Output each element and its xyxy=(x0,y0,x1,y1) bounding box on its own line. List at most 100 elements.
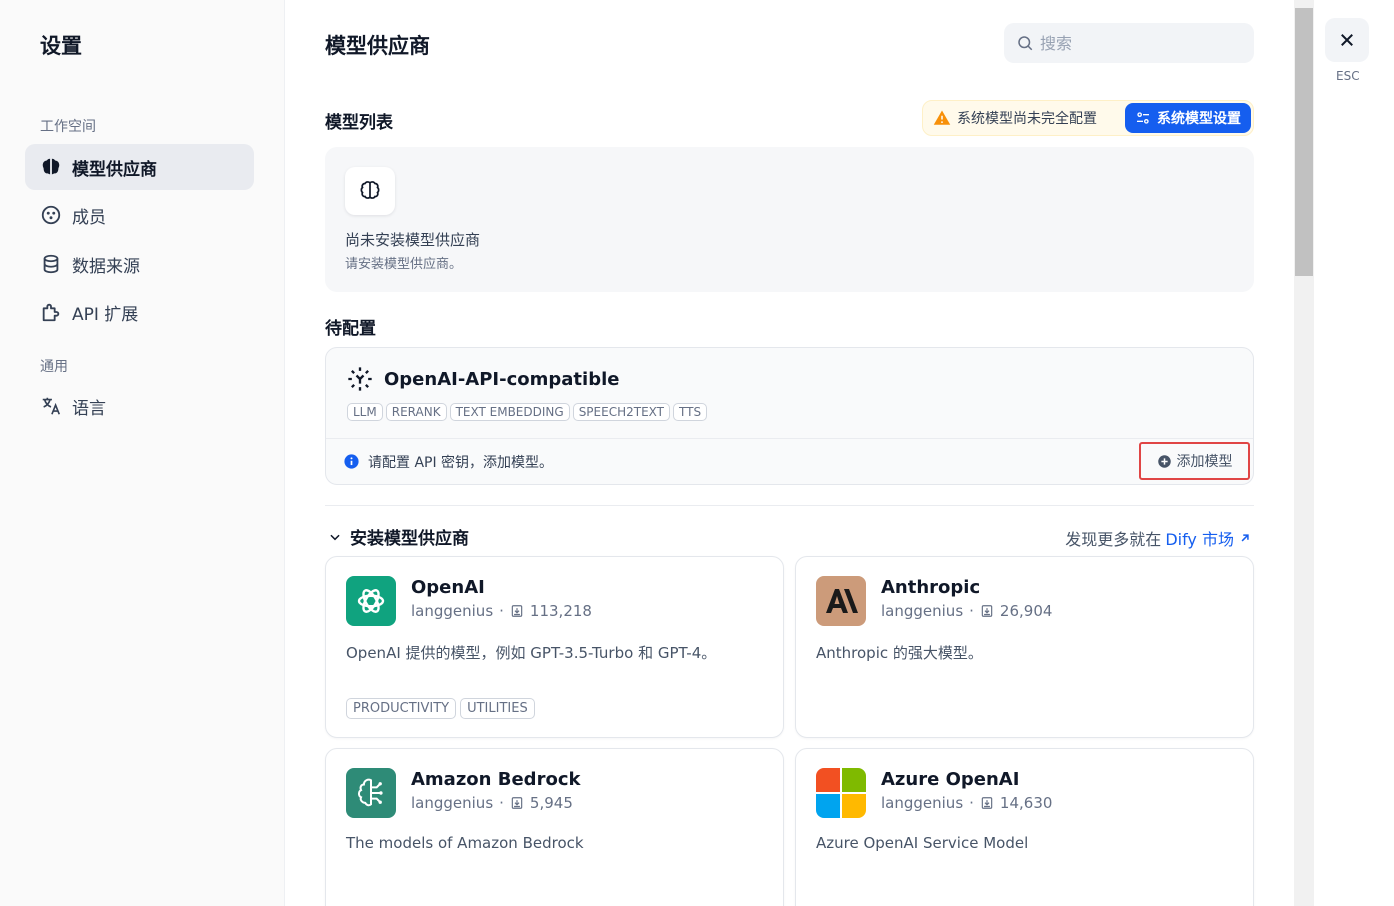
marketplace-link[interactable]: 发现更多就在 Dify 市场 xyxy=(1065,526,1252,550)
group-label-workspace: 工作空间 xyxy=(40,119,96,135)
plugin-description: OpenAI 提供的模型，例如 GPT-3.5-Turbo 和 GPT-4。 xyxy=(346,644,717,662)
sidebar-item-language[interactable]: 语言 xyxy=(25,383,254,429)
add-model-label: 添加模型 xyxy=(1176,454,1233,470)
pending-provider-name: OpenAI-API-compatible xyxy=(384,368,620,390)
close-button[interactable] xyxy=(1325,18,1369,62)
plugin-author: langgenius xyxy=(411,602,494,620)
translate-icon xyxy=(42,397,61,415)
sidebar-item-label: 语言 xyxy=(72,398,106,419)
tag-speech2text: SPEECH2TEXT xyxy=(572,403,670,421)
system-model-settings-label: 系统模型设置 xyxy=(1157,111,1241,127)
tag-tts: TTS xyxy=(673,403,708,421)
download-icon xyxy=(511,605,523,617)
plugin-meta: langgenius · 26,904 xyxy=(881,602,1052,620)
plugin-description: Anthropic 的强大模型。 xyxy=(816,644,983,662)
settings-sidebar: 设置 工作空间 模型供应商 成员 数据来源 API 扩展 通用 语言 xyxy=(0,0,285,906)
plugin-downloads: 5,945 xyxy=(529,794,573,812)
plugin-author: langgenius xyxy=(411,794,494,812)
sidebar-item-label: 数据来源 xyxy=(72,256,140,277)
section-divider xyxy=(325,505,1254,506)
brain-icon xyxy=(42,158,60,175)
model-list-title: 模型列表 xyxy=(325,113,393,133)
empty-model-list: 尚未安装模型供应商 请安装模型供应商。 xyxy=(325,147,1254,292)
pending-title: 待配置 xyxy=(325,319,376,339)
plugin-description: Azure OpenAI Service Model xyxy=(816,834,1029,852)
puzzle-icon xyxy=(42,303,60,322)
add-model-button[interactable]: 添加模型 xyxy=(1139,442,1250,480)
openai-logo-icon xyxy=(346,576,396,626)
info-icon xyxy=(344,454,359,469)
close-icon xyxy=(1341,34,1353,46)
plugin-downloads: 14,630 xyxy=(999,794,1053,812)
microsoft-logo-icon xyxy=(816,768,866,818)
plugin-downloads: 26,904 xyxy=(999,602,1053,620)
database-icon xyxy=(43,254,59,274)
meta-separator: · xyxy=(969,794,974,812)
bedrock-logo-icon xyxy=(346,768,396,818)
plugin-card-anthropic[interactable]: Anthropic langgenius · 26,904 Anthropic … xyxy=(795,556,1254,738)
plugin-name: Anthropic xyxy=(881,577,981,598)
group-label-general: 通用 xyxy=(40,359,68,375)
plugin-downloads: 113,218 xyxy=(529,602,592,620)
tag-productivity: PRODUCTIVITY xyxy=(346,698,457,719)
plugin-card-azure-openai[interactable]: Azure OpenAI langgenius · 14,630 Azure O… xyxy=(795,748,1254,906)
empty-title: 尚未安装模型供应商 xyxy=(345,231,481,249)
plugin-tags: PRODUCTIVITY UTILITIES xyxy=(346,698,535,719)
tag-text-embedding: TEXT EMBEDDING xyxy=(449,403,570,421)
sidebar-item-label: 模型供应商 xyxy=(72,159,157,180)
pending-provider-card: OpenAI-API-compatible LLM RERANK TEXT EM… xyxy=(325,347,1254,485)
system-model-settings-button[interactable]: 系统模型设置 xyxy=(1125,103,1251,133)
sidebar-item-label: 成员 xyxy=(72,207,106,228)
settings-sliders-icon xyxy=(1137,112,1149,124)
install-section-title: 安装模型供应商 xyxy=(350,529,469,549)
meta-separator: · xyxy=(499,794,504,812)
plugin-author: langgenius xyxy=(881,602,964,620)
search-box[interactable] xyxy=(1004,23,1254,63)
warning-icon xyxy=(933,110,951,125)
tag-llm: LLM xyxy=(347,403,383,421)
market-prefix: 发现更多就在 xyxy=(1065,530,1162,549)
chevron-down-icon xyxy=(330,534,340,540)
plugin-meta: langgenius · 113,218 xyxy=(411,602,592,620)
pending-notice: 请配置 API 密钥，添加模型。 xyxy=(368,454,554,471)
warning-text: 系统模型尚未完全配置 xyxy=(957,111,1097,127)
sidebar-item-api-extension[interactable]: API 扩展 xyxy=(25,289,254,335)
sidebar-item-label: API 扩展 xyxy=(72,304,139,325)
capability-tags: LLM RERANK TEXT EMBEDDING SPEECH2TEXT TT… xyxy=(347,403,708,421)
sidebar-item-members[interactable]: 成员 xyxy=(25,192,254,238)
esc-label: ESC xyxy=(1336,69,1360,83)
plugin-card-amazon-bedrock[interactable]: Amazon Bedrock langgenius · 5,945 The mo… xyxy=(325,748,784,906)
plugin-meta: langgenius · 14,630 xyxy=(881,794,1052,812)
plugin-meta: langgenius · 5,945 xyxy=(411,794,573,812)
tag-utilities: UTILITIES xyxy=(460,698,535,719)
main-content: 模型供应商 模型列表 系统模型尚未完全配置 系统模型设置 尚未安装模型供应商 请… xyxy=(285,0,1294,906)
search-icon xyxy=(1018,36,1033,51)
plugin-author: langgenius xyxy=(881,794,964,812)
page-title: 模型供应商 xyxy=(325,34,430,58)
install-section-toggle[interactable]: 安装模型供应商 xyxy=(328,524,469,549)
scrollbar-thumb[interactable] xyxy=(1295,8,1313,276)
plugin-name: Amazon Bedrock xyxy=(411,769,581,790)
members-icon xyxy=(41,205,61,225)
sidebar-item-data-source[interactable]: 数据来源 xyxy=(25,241,254,287)
meta-separator: · xyxy=(499,602,504,620)
sidebar-item-model-provider[interactable]: 模型供应商 xyxy=(25,144,254,190)
empty-subtitle: 请安装模型供应商。 xyxy=(345,257,463,272)
plugin-card-openai[interactable]: OpenAI langgenius · 113,218 OpenAI 提供的模型… xyxy=(325,556,784,738)
system-model-warning: 系统模型尚未完全配置 系统模型设置 xyxy=(922,100,1254,136)
openai-compatible-icon xyxy=(348,367,372,391)
market-link-text: Dify 市场 xyxy=(1165,530,1234,549)
arrow-up-right-icon xyxy=(1241,534,1249,542)
brain-outline-icon xyxy=(345,167,395,215)
tag-rerank: RERANK xyxy=(385,403,447,421)
download-icon xyxy=(511,797,523,809)
download-icon xyxy=(981,797,993,809)
pending-provider-header: OpenAI-API-compatible xyxy=(346,365,619,393)
plugin-description: The models of Amazon Bedrock xyxy=(346,834,584,852)
sidebar-title: 设置 xyxy=(40,34,82,58)
search-input[interactable] xyxy=(1040,33,1240,53)
plugin-name: Azure OpenAI xyxy=(881,769,1020,790)
anthropic-logo-icon xyxy=(816,576,866,626)
plus-circle-icon xyxy=(1157,454,1171,468)
plugin-name: OpenAI xyxy=(411,577,485,598)
